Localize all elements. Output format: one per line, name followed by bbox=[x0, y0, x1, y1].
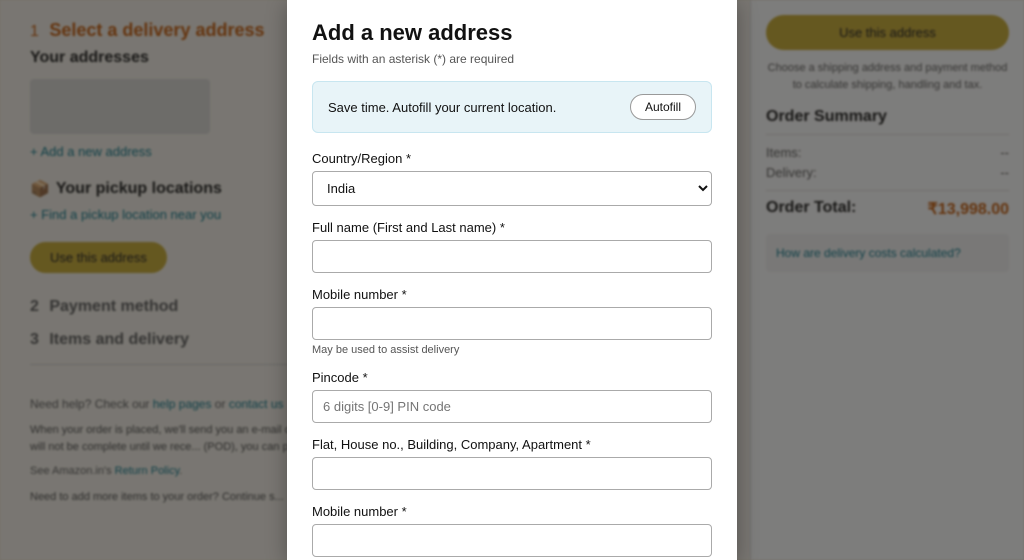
autofill-button[interactable]: Autofill bbox=[630, 94, 696, 120]
full-name-group: Full name (First and Last name) * bbox=[312, 220, 712, 273]
autofill-banner: Save time. Autofill your current locatio… bbox=[312, 81, 712, 133]
country-group: Country/Region * India United States Uni… bbox=[312, 151, 712, 206]
address-group: Flat, House no., Building, Company, Apar… bbox=[312, 437, 712, 490]
pincode-input[interactable] bbox=[312, 390, 712, 423]
mobile2-label: Mobile number * bbox=[312, 504, 712, 519]
pincode-label: Pincode * bbox=[312, 370, 712, 385]
address-input[interactable] bbox=[312, 457, 712, 490]
mobile-input[interactable] bbox=[312, 307, 712, 340]
pincode-group: Pincode * bbox=[312, 370, 712, 423]
mobile-label: Mobile number * bbox=[312, 287, 712, 302]
full-name-input[interactable] bbox=[312, 240, 712, 273]
add-address-modal: Add a new address Fields with an asteris… bbox=[287, 0, 737, 560]
modal-subtitle: Fields with an asterisk (*) are required bbox=[312, 52, 712, 66]
mobile-group: Mobile number * May be used to assist de… bbox=[312, 287, 712, 356]
country-select[interactable]: India United States United Kingdom Canad… bbox=[312, 171, 712, 206]
mobile2-input[interactable] bbox=[312, 524, 712, 557]
mobile-hint: May be used to assist delivery bbox=[312, 344, 712, 356]
country-label: Country/Region * bbox=[312, 151, 712, 166]
mobile2-group: Mobile number * May be used to assist de… bbox=[312, 504, 712, 560]
address-label: Flat, House no., Building, Company, Apar… bbox=[312, 437, 712, 452]
full-name-label: Full name (First and Last name) * bbox=[312, 220, 712, 235]
autofill-text: Save time. Autofill your current locatio… bbox=[328, 100, 556, 115]
modal-title: Add a new address bbox=[312, 20, 712, 46]
